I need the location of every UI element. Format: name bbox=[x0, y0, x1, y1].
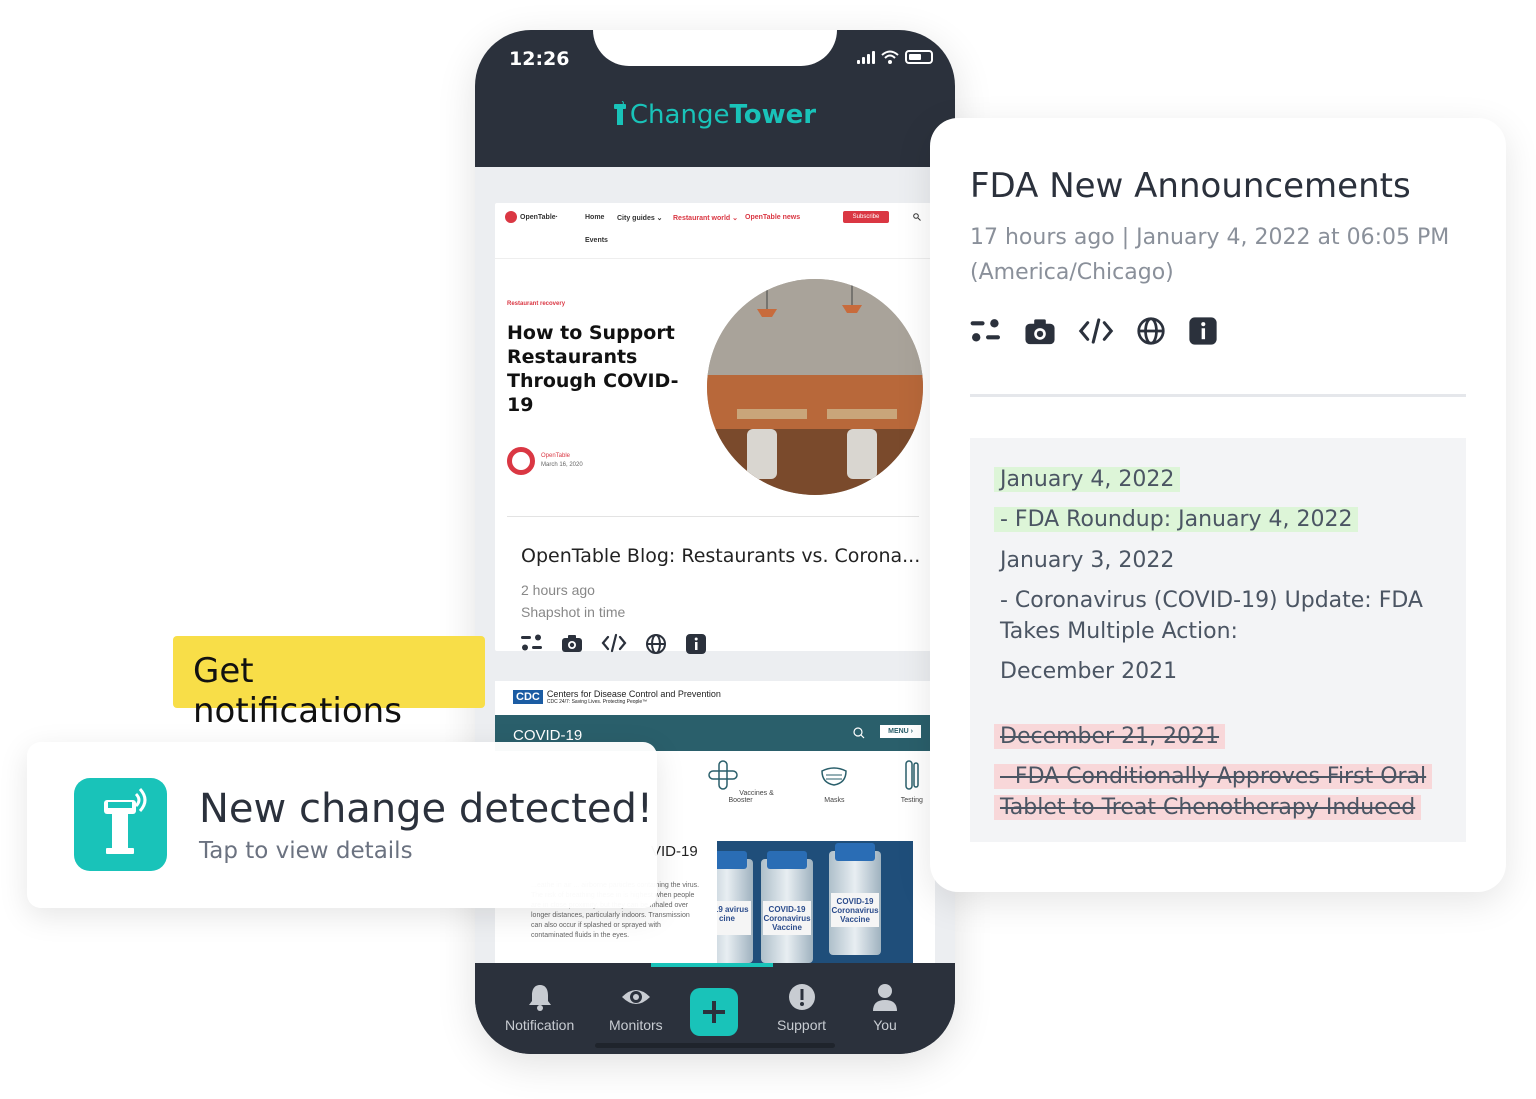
ot-headline: How to Support Restaurants Through COVID… bbox=[507, 322, 679, 416]
camera-icon[interactable] bbox=[1024, 316, 1056, 346]
status-icons bbox=[857, 50, 933, 64]
brand-bold: Tower bbox=[729, 100, 817, 130]
tab-indicator bbox=[651, 963, 773, 967]
bell-icon bbox=[528, 985, 551, 1011]
diff-line: December 2021 bbox=[1000, 659, 1178, 684]
cdc-icon-vaccines: Vaccines & Booster bbox=[701, 759, 780, 804]
restaurant-photo bbox=[707, 279, 923, 495]
search-icon bbox=[913, 213, 921, 221]
cdc-search-icon bbox=[853, 727, 865, 739]
notification-title: New change detected! bbox=[199, 786, 653, 832]
ot-author: OpenTable March 16, 2020 bbox=[507, 447, 583, 475]
monitor-title[interactable]: OpenTable Blog: Restaurants vs. Corona..… bbox=[521, 545, 920, 567]
compare-icon[interactable] bbox=[521, 633, 543, 653]
tab-monitors[interactable]: Monitors bbox=[609, 983, 663, 1033]
compare-icon[interactable] bbox=[970, 317, 1002, 345]
globe-icon[interactable] bbox=[1136, 316, 1166, 346]
detail-separator bbox=[970, 394, 1466, 397]
detail-actions bbox=[970, 316, 1218, 346]
tab-bar: Notification Monitors Support You bbox=[475, 963, 955, 1054]
diff-added-line: - FDA Roundup: January 4, 2022 bbox=[994, 507, 1359, 532]
cdc-heading: VID-19 bbox=[651, 843, 698, 860]
alert-icon bbox=[788, 984, 815, 1010]
info-icon[interactable] bbox=[1188, 316, 1218, 346]
tab-support[interactable]: Support bbox=[777, 983, 826, 1033]
tower-icon bbox=[613, 101, 626, 125]
cdc-menu: MENU › bbox=[880, 725, 921, 738]
eye-icon bbox=[621, 990, 650, 1004]
app-logo: ChangeTower bbox=[475, 100, 955, 130]
ot-date: March 16, 2020 bbox=[541, 462, 583, 468]
ot-subscribe: Subscribe bbox=[843, 211, 889, 223]
user-icon bbox=[873, 984, 897, 1011]
plus-icon bbox=[703, 1001, 725, 1023]
diff-removed-line: December 21, 2021 bbox=[994, 724, 1226, 749]
code-icon[interactable] bbox=[1078, 317, 1114, 345]
monitor-actions bbox=[521, 633, 707, 655]
diff-removed-line: Tablet to Treat Chenotherapy Indueed bbox=[994, 795, 1422, 820]
ot-nav-world: Restaurant world ⌄ bbox=[673, 215, 738, 222]
add-monitor-button[interactable] bbox=[690, 988, 738, 1036]
opentable-nav: OpenTable· Home City guides ⌄ Restaurant… bbox=[495, 203, 931, 259]
opentable-logo: OpenTable· bbox=[505, 211, 558, 223]
ot-nav-home: Home bbox=[585, 214, 605, 221]
detail-title: FDA New Announcements bbox=[970, 166, 1411, 206]
monitor-card-opentable[interactable]: OpenTable· Home City guides ⌄ Restaurant… bbox=[495, 203, 931, 654]
phone-notch bbox=[593, 30, 837, 66]
camera-icon[interactable] bbox=[561, 633, 583, 653]
brand-light: Change bbox=[629, 100, 730, 130]
cdc-tagline: CDC 24/7: Saving Lives. Protecting Peopl… bbox=[546, 699, 648, 705]
globe-icon[interactable] bbox=[645, 633, 667, 655]
detail-meta: 17 hours ago | January 4, 2022 at 06:05 … bbox=[970, 225, 1450, 285]
app-icon bbox=[74, 778, 167, 871]
ot-nav-events: Events bbox=[585, 237, 608, 244]
push-notification[interactable]: New change detected! Tap to view details bbox=[27, 742, 657, 908]
change-detail-card: FDA New Announcements 17 hours ago | Jan… bbox=[930, 118, 1506, 892]
ot-author-name: OpenTable bbox=[541, 453, 571, 459]
card-separator bbox=[507, 516, 919, 517]
ot-nav-city: City guides ⌄ bbox=[617, 215, 663, 222]
cdc-header: CDC Centers for Disease Control and Prev… bbox=[513, 689, 721, 705]
tower-icon bbox=[104, 787, 147, 854]
battery-icon bbox=[905, 50, 933, 64]
info-icon[interactable] bbox=[685, 633, 707, 655]
code-icon[interactable] bbox=[601, 633, 627, 653]
diff-added-line: January 4, 2022 bbox=[994, 467, 1181, 492]
wifi-icon bbox=[881, 50, 899, 64]
status-time: 12:26 bbox=[509, 48, 570, 70]
notification-subtitle: Tap to view details bbox=[199, 838, 413, 864]
tab-you[interactable]: You bbox=[871, 983, 899, 1033]
home-indicator bbox=[595, 1043, 835, 1048]
cdc-icon-row: Vaccines & Booster Masks Testing bbox=[701, 759, 935, 804]
monitor-subtitle: Shapshot in time bbox=[521, 604, 626, 620]
cdc-org: Centers for Disease Control and Preventi… bbox=[546, 689, 721, 699]
monitor-meta: 2 hours ago Shapshot in time bbox=[521, 579, 625, 623]
cdc-icon-masks: Masks bbox=[812, 759, 857, 804]
diff-line: - Coronavirus (COVID-19) Update: FDA Tak… bbox=[1000, 588, 1423, 644]
vaccine-photo: D-19 avirus cine COVID-19 Coronavirus Va… bbox=[717, 841, 913, 963]
ot-author-avatar bbox=[507, 447, 535, 475]
stage: 12:26 ChangeTower OpenTable· Home City g… bbox=[0, 0, 1536, 1099]
tab-notification[interactable]: Notification bbox=[505, 983, 574, 1033]
ot-category: Restaurant recovery bbox=[507, 301, 566, 307]
cdc-icon-testing: Testing bbox=[889, 759, 935, 804]
get-notifications-tag: Get notifications bbox=[173, 636, 485, 731]
diff-line: January 3, 2022 bbox=[1000, 548, 1175, 573]
cdc-logo: CDC bbox=[513, 690, 543, 704]
signal-icon bbox=[857, 50, 875, 64]
monitor-time: 2 hours ago bbox=[521, 582, 595, 598]
diff-panel: January 4, 2022 - FDA Roundup: January 4… bbox=[970, 438, 1466, 842]
diff-removed-line: - FDA Conditionally Approves First Oral bbox=[994, 764, 1433, 789]
ot-nav-news: OpenTable news bbox=[745, 214, 801, 221]
